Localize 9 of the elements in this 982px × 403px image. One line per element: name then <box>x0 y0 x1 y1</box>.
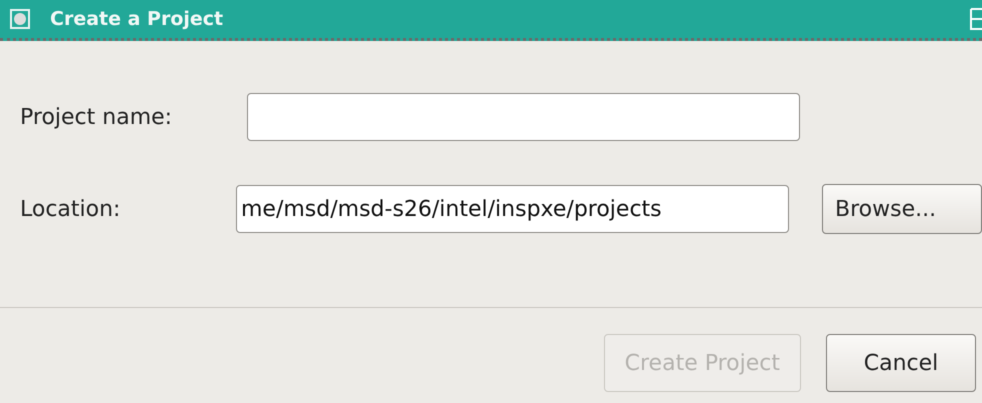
window-menu-icon[interactable] <box>10 9 30 29</box>
input-field[interactable]: me/msd/msd-s26/intel/inspxe/projects <box>236 185 789 233</box>
browse-button[interactable]: Browse... <box>822 184 982 234</box>
maximize-icon[interactable] <box>970 8 982 30</box>
dialog-button[interactable]: Cancel <box>826 334 976 392</box>
field-label: Project name: <box>20 104 174 130</box>
window-title: Create a Project <box>50 8 224 30</box>
field-label: Location: <box>20 196 122 222</box>
input-field[interactable] <box>247 93 800 141</box>
